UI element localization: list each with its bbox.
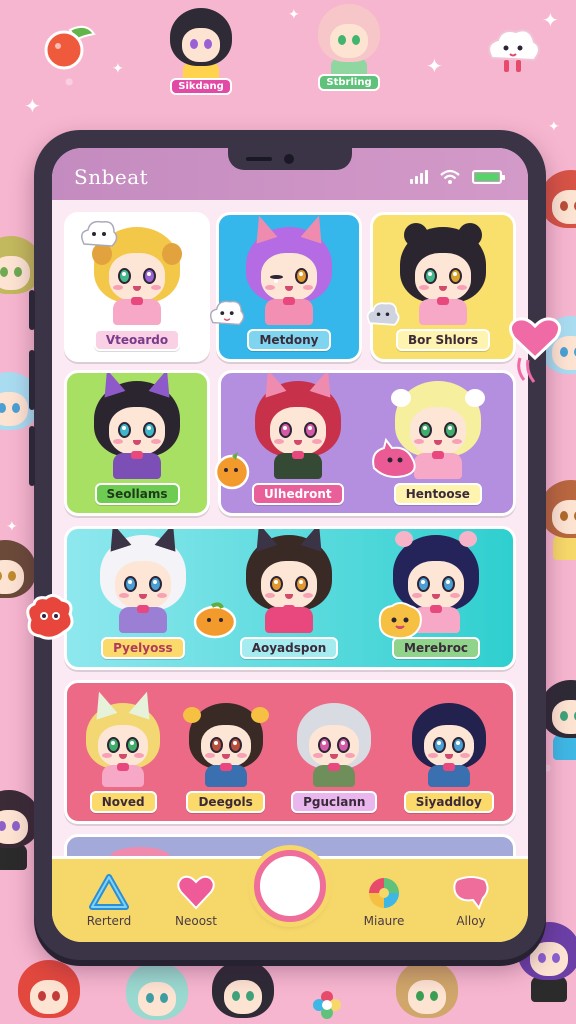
heart-sticker-icon xyxy=(506,314,564,388)
character-card[interactable]: Bor Shlors xyxy=(370,212,516,362)
card-label: Bor Shlors xyxy=(395,329,491,351)
card-label: Deegols xyxy=(186,791,265,813)
sparkle-icon: ✦ xyxy=(112,61,124,77)
ghost-cloud-icon xyxy=(362,300,404,336)
character-avatar xyxy=(400,223,486,325)
bg-chibi-side xyxy=(0,540,36,598)
character-card[interactable]: Metdony xyxy=(216,212,362,362)
character-avatar: Aoyadspon xyxy=(239,535,339,659)
nav-label: Neoost xyxy=(175,913,217,928)
card-label: Siyaddloy xyxy=(403,791,494,813)
bg-chibi-bottom xyxy=(212,960,274,1018)
flower-icon xyxy=(312,990,342,1024)
card-label: Vteoardo xyxy=(93,329,181,351)
cloud-icon xyxy=(482,24,544,84)
phone-frame: Snbeat Vteoardo Metdony Bor Shlors Seoll… xyxy=(29,130,546,960)
nav-item-alloy[interactable]: Alloy xyxy=(436,874,506,928)
character-avatar: Noved xyxy=(86,703,161,813)
nav-item-neoost[interactable]: Neoost xyxy=(161,874,231,928)
signal-icon xyxy=(410,170,428,184)
bg-chibi-top-left: Sikdang xyxy=(170,8,232,95)
card-label: Noved xyxy=(89,791,157,813)
nav-item-miaure[interactable]: Miaure xyxy=(349,874,419,928)
character-avatar: Deegols xyxy=(182,703,269,813)
bg-badge: Stbrling xyxy=(318,74,380,91)
battery-icon xyxy=(472,170,505,184)
bg-chibi-bottom xyxy=(396,960,458,1018)
fruit-icon xyxy=(212,450,252,494)
card-label: Pguclann xyxy=(291,791,378,813)
ghost-cloud-icon xyxy=(78,218,120,258)
capture-button[interactable] xyxy=(254,849,326,922)
nav-label: Miaure xyxy=(363,913,405,928)
ghost-cloud-icon xyxy=(206,298,248,336)
sparkle-icon: ✦ xyxy=(288,7,300,23)
camera-icon xyxy=(284,154,294,164)
heart-icon xyxy=(177,875,215,909)
sparkle-icon: ✦ xyxy=(426,54,443,78)
palette-icon xyxy=(369,877,399,908)
card-label: Hentoose xyxy=(393,483,482,505)
sparkle-icon: ✦ xyxy=(542,8,559,32)
blob-pet-icon xyxy=(368,437,420,486)
character-avatar: Siyaddloy xyxy=(403,703,494,813)
card-label: Pyelyoss xyxy=(101,637,185,659)
character-card[interactable]: Seollams xyxy=(64,370,210,516)
character-card-group[interactable]: Ulhedront Hentoose xyxy=(218,370,516,516)
blob-pet-icon xyxy=(374,598,426,646)
wifi-icon xyxy=(440,169,460,185)
card-label: Ulhedront xyxy=(252,483,344,505)
fruit-icon xyxy=(192,600,238,644)
sparkle-icon: ✦ xyxy=(548,119,560,135)
fluffy-pet-icon xyxy=(22,593,76,646)
notch xyxy=(228,148,352,170)
bottom-nav: Rerterd Neoost Miaure Alloy xyxy=(52,849,528,942)
speech-bubble-icon xyxy=(453,875,489,910)
character-card-group[interactable]: Noved Deegols Pguclann Siyaddloy xyxy=(64,680,516,824)
character-avatar xyxy=(246,227,332,325)
character-avatar: Pyelyoss xyxy=(99,535,186,659)
tomato-icon xyxy=(40,20,96,78)
bg-badge: Sikdang xyxy=(170,78,232,95)
nav-label: Rerterd xyxy=(86,913,132,928)
bg-chibi-top-right: Stbrling xyxy=(318,4,380,91)
triangle-icon xyxy=(89,873,129,910)
character-avatar: Pguclann xyxy=(291,703,378,813)
bg-chibi-bottom xyxy=(18,960,80,1018)
card-label: Aoyadspon xyxy=(239,637,339,659)
app-title: Snbeat xyxy=(74,165,149,189)
character-avatar: Ulhedront xyxy=(252,381,344,505)
character-avatar xyxy=(94,381,180,479)
bg-chibi-bottom xyxy=(126,962,188,1020)
nav-item-rerterd[interactable]: Rerterd xyxy=(74,873,144,928)
card-label: Metdony xyxy=(247,329,331,351)
sparkle-icon: ✦ xyxy=(6,519,18,535)
app-screen: Snbeat Vteoardo Metdony Bor Shlors Seoll… xyxy=(52,148,528,942)
card-label: Seollams xyxy=(94,483,180,505)
sparkle-icon: ✦ xyxy=(24,94,41,118)
character-card-group[interactable]: Pyelyoss Aoyadspon Merebroc xyxy=(64,526,516,670)
nav-label: Alloy xyxy=(456,913,486,928)
